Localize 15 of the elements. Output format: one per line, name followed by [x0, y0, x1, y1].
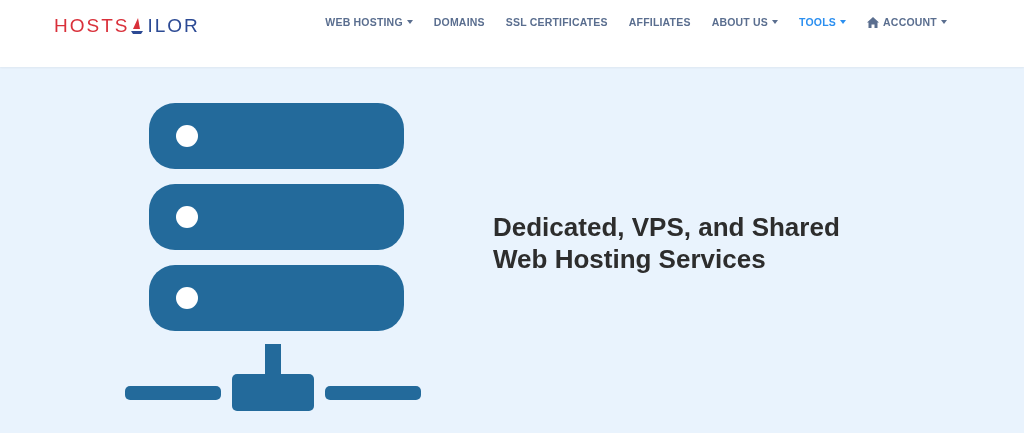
nav-link[interactable]: ABOUT US [701, 14, 789, 30]
logo[interactable]: HOSTS ILOR [54, 15, 200, 37]
home-icon [867, 16, 880, 28]
caret-icon [840, 20, 847, 24]
sail-icon [130, 17, 145, 35]
nav-link[interactable]: AFFILIATES [618, 14, 702, 30]
caret-icon [772, 20, 779, 24]
nav-link[interactable]: ACCOUNT [856, 14, 958, 30]
nav-link[interactable]: DOMAINS [423, 14, 496, 30]
nav-link[interactable]: WEB HOSTING [314, 14, 424, 30]
caret-icon [940, 20, 947, 24]
nav-link[interactable]: SSL CERTIFICATES [495, 14, 619, 30]
hero-heading: Dedicated, VPS, and Shared Web Hosting Services [493, 211, 841, 275]
nav-link[interactable]: TOOLS [788, 14, 857, 30]
caret-icon [406, 20, 413, 24]
